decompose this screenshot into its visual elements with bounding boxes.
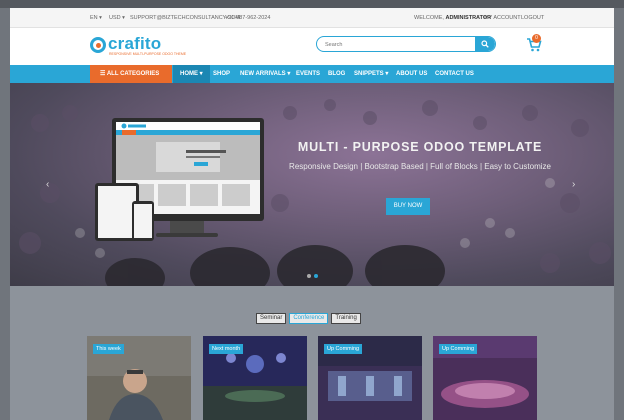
- nav-item-home[interactable]: HOME ▾: [173, 65, 210, 83]
- nav-item-snippets[interactable]: SNIPPETS ▾: [354, 65, 388, 83]
- cart-count-badge: 0: [532, 34, 541, 43]
- my-account-link[interactable]: MY ACCOUNT: [484, 15, 521, 21]
- nav-item-shop[interactable]: SHOP: [213, 65, 230, 83]
- frame-top-bar: [0, 0, 624, 8]
- search-box: [316, 36, 496, 52]
- top-bar: EN ▾ USD ▾ SUPPORT@BIZTECHCONSULTANCY.CO…: [10, 8, 614, 28]
- frame-left: [0, 8, 10, 420]
- event-filters: Seminar Conference Training: [256, 306, 364, 324]
- currency-select[interactable]: USD ▾: [109, 15, 125, 21]
- slider-dot[interactable]: [307, 274, 311, 278]
- nav-item-events[interactable]: EVENTS: [296, 65, 320, 83]
- welcome-text: WELCOME, ADMINISTRATOR: [414, 15, 492, 21]
- site-header: crafito RESPONSIVE MULTI-PURPOSE ODOO TH…: [10, 28, 614, 65]
- site-logo[interactable]: crafito RESPONSIVE MULTI-PURPOSE ODOO TH…: [90, 34, 186, 59]
- all-categories-button[interactable]: ☰ ALL CATEGORIES: [90, 65, 172, 83]
- frame-right: [614, 8, 624, 420]
- event-badge: Up Comming: [324, 344, 363, 354]
- slider-dot-active[interactable]: [314, 274, 318, 278]
- hero-title: MULTI - PURPOSE ODOO TEMPLATE: [297, 140, 543, 154]
- buy-now-button[interactable]: BUY NOW: [386, 198, 430, 215]
- event-badge: This week: [93, 344, 124, 354]
- logo-mark-icon: [90, 37, 106, 53]
- hero-subtitle: Responsive Design | Bootstrap Based | Fu…: [289, 162, 551, 171]
- logo-tagline: RESPONSIVE MULTI-PURPOSE ODOO THEME: [109, 52, 187, 56]
- nav-item-blog[interactable]: BLOG: [328, 65, 345, 83]
- event-card[interactable]: Up Comming: [318, 336, 422, 420]
- event-badge: Up Comming: [439, 344, 478, 354]
- nav-item-new-arrivals[interactable]: NEW ARRIVALS ▾: [240, 65, 290, 83]
- logo-text: crafito: [108, 34, 162, 53]
- main-nav: ☰ ALL CATEGORIES HOME ▾ SHOP NEW ARRIVAL…: [10, 65, 614, 83]
- logout-link[interactable]: LOGOUT: [521, 15, 544, 21]
- nav-item-about-us[interactable]: ABOUT US: [396, 65, 427, 83]
- filter-conference[interactable]: Conference: [289, 313, 329, 324]
- slider-dots: [307, 265, 321, 283]
- support-phone: +91-487-962-2024: [225, 15, 271, 21]
- search-input[interactable]: [325, 40, 470, 49]
- slider-prev-icon[interactable]: ‹: [46, 179, 49, 190]
- search-icon: [481, 40, 489, 48]
- filter-seminar[interactable]: Seminar: [256, 313, 287, 324]
- language-select[interactable]: EN ▾: [90, 15, 102, 21]
- monitor-base: [156, 233, 218, 237]
- slider-next-icon[interactable]: ›: [572, 179, 575, 190]
- event-badge: Next month: [209, 344, 244, 354]
- menu-icon: ☰: [100, 71, 106, 77]
- event-card[interactable]: Up Comming: [433, 336, 537, 420]
- hero-slider: MULTI - PURPOSE ODOO TEMPLATE Responsive…: [10, 83, 614, 286]
- phone-mockup-image: [132, 201, 154, 241]
- events-section: Seminar Conference Training This week Next…: [10, 286, 614, 420]
- support-email[interactable]: SUPPORT@BIZTECHCONSULTANCY.COM: [130, 15, 240, 21]
- event-card[interactable]: Next month: [203, 336, 307, 420]
- nav-item-contact-us[interactable]: CONTACT US: [435, 65, 474, 83]
- event-card[interactable]: This week: [87, 336, 191, 420]
- search-button[interactable]: [475, 37, 495, 51]
- filter-training[interactable]: Training: [331, 313, 361, 324]
